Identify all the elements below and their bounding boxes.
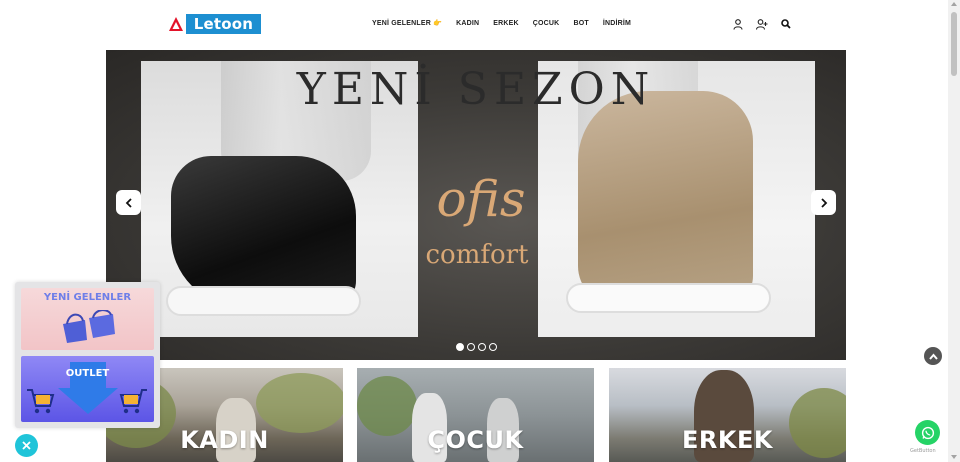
getbutton-label: GetButton (910, 448, 936, 454)
close-icon (22, 441, 31, 450)
hero-title: YENİ SEZON (296, 64, 656, 115)
chevron-up-icon (928, 352, 938, 360)
chevron-left-icon (125, 197, 132, 208)
category-label-kadin: KADIN (180, 426, 269, 454)
main-nav: YENİ GELENLER 👉 KADIN ERKEK ÇOCUK BOT İN… (372, 19, 631, 28)
promo-outlet[interactable]: OUTLET (21, 356, 154, 422)
nav-item-yeni-gelenler[interactable]: YENİ GELENLER 👉 (372, 19, 442, 27)
logo-mark-icon (166, 14, 186, 34)
hero-script-text: ofis (436, 170, 526, 228)
promo-close-button[interactable] (15, 434, 38, 457)
nav-item-cocuk[interactable]: ÇOCUK (533, 20, 560, 27)
slider-next-button[interactable] (811, 190, 836, 215)
promo-new-arrivals[interactable]: YENİ GELENLER (21, 288, 154, 350)
scroll-thumb[interactable] (951, 12, 957, 76)
hero-slider: YENİ SEZON ofis comfort (106, 50, 846, 360)
promo-widget: YENİ GELENLER OUTLET (15, 282, 160, 428)
scroll-up-arrow-icon[interactable] (951, 2, 957, 6)
promo-new-arrivals-label: YENİ GELENLER (43, 292, 132, 303)
shopping-cart-icon (119, 389, 147, 414)
nav-item-bot[interactable]: BOT (573, 20, 588, 27)
whatsapp-icon (921, 426, 934, 439)
promo-outlet-label: OUTLET (65, 368, 110, 379)
pointing-hand-icon: 👉 (433, 20, 443, 27)
scroll-to-top-button[interactable] (924, 347, 942, 365)
slider-dot-3[interactable] (478, 343, 486, 351)
nav-item-erkek[interactable]: ERKEK (493, 20, 519, 27)
site-header: Letoon YENİ GELENLER 👉 KADIN ERKEK ÇOCUK… (0, 0, 948, 50)
slider-dots (456, 343, 497, 351)
shopping-cart-icon (27, 389, 55, 414)
whatsapp-button[interactable] (915, 420, 940, 445)
letoon-logo[interactable]: Letoon (166, 14, 261, 34)
logo-text: Letoon (186, 14, 261, 34)
nav-item-kadin[interactable]: KADIN (456, 20, 479, 27)
user-icon[interactable] (732, 18, 744, 30)
search-icon[interactable] (780, 18, 792, 30)
page: Letoon YENİ GELENLER 👉 KADIN ERKEK ÇOCUK… (0, 0, 960, 462)
category-cards: KADIN ÇOCUK ERKEK (106, 368, 846, 462)
shopping-basket-icon (63, 310, 115, 343)
nav-item-indirim[interactable]: İNDİRİM (603, 20, 631, 27)
category-card-cocuk[interactable]: ÇOCUK (357, 368, 594, 462)
category-label-cocuk: ÇOCUK (427, 426, 524, 454)
hero-subtitle: comfort (425, 240, 529, 270)
slider-prev-button[interactable] (116, 190, 141, 215)
slider-dot-4[interactable] (489, 343, 497, 351)
slider-dot-1[interactable] (456, 343, 464, 351)
category-label-erkek: ERKEK (682, 426, 773, 454)
page-scrollbar[interactable] (948, 0, 960, 462)
chevron-right-icon (820, 197, 827, 208)
add-user-icon[interactable] (756, 18, 768, 30)
category-card-erkek[interactable]: ERKEK (609, 368, 846, 462)
header-icons (732, 18, 792, 30)
scroll-down-arrow-icon[interactable] (951, 455, 957, 459)
slider-dot-2[interactable] (467, 343, 475, 351)
